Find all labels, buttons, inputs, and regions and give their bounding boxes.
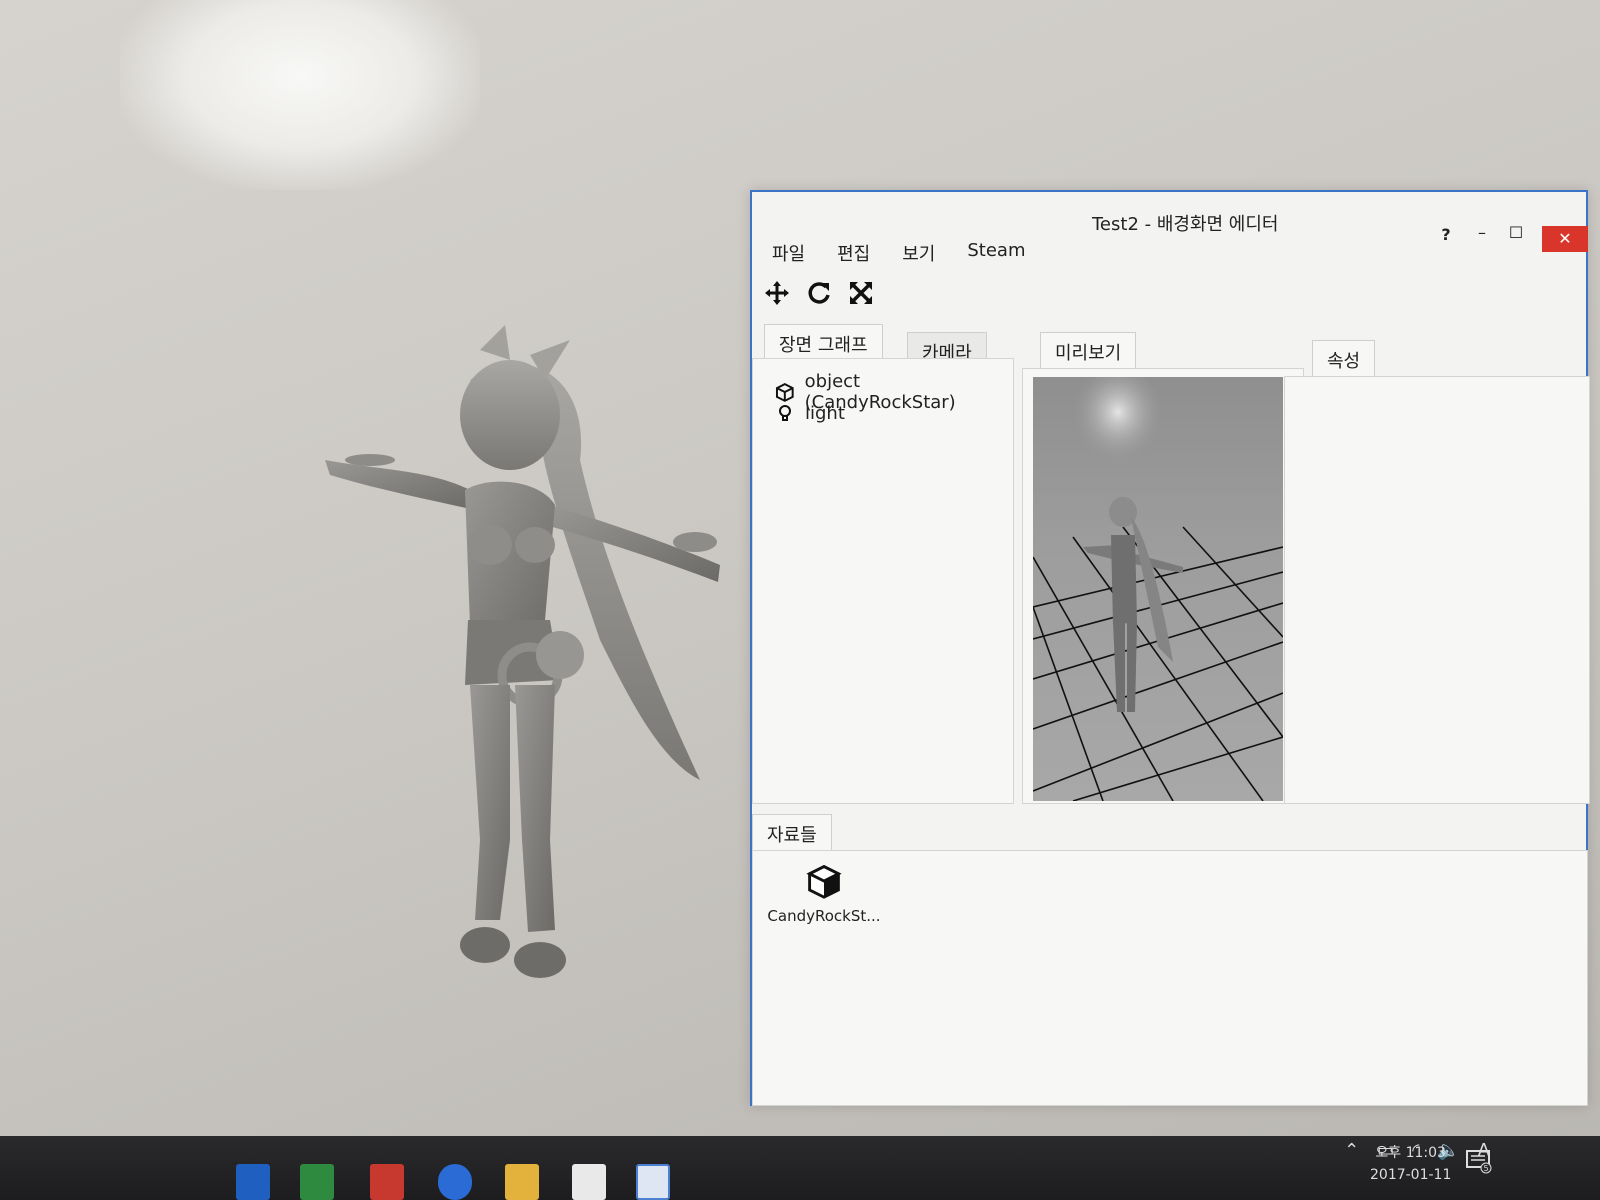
taskbar-app-icon[interactable] bbox=[300, 1164, 334, 1200]
chevron-up-icon[interactable]: ⌃ bbox=[1344, 1140, 1359, 1161]
assets-panel: CandyRockSt... bbox=[752, 850, 1588, 1106]
clock[interactable]: 오후 11:03 2017-01-11 bbox=[1370, 1142, 1451, 1186]
rotate-tool-button[interactable] bbox=[804, 278, 834, 308]
rotate-icon bbox=[808, 282, 830, 304]
asset-item[interactable]: CandyRockSt... bbox=[759, 863, 889, 925]
menu-view[interactable]: 보기 bbox=[902, 238, 935, 268]
notification-icon: 5 bbox=[1466, 1150, 1492, 1174]
preview-render bbox=[1032, 362, 1284, 802]
move-tool-button[interactable] bbox=[762, 278, 792, 308]
lightbulb-icon bbox=[779, 404, 791, 421]
maximize-button[interactable]: ☐ bbox=[1502, 222, 1530, 244]
taskbar-app-icon[interactable] bbox=[370, 1164, 404, 1200]
close-button[interactable]: ✕ bbox=[1542, 226, 1588, 252]
taskbar: ⌃ ▭ ◜ 🔈 A 오후 11:03 2017-01-11 5 bbox=[0, 1136, 1600, 1200]
store-icon[interactable] bbox=[572, 1164, 606, 1200]
scale-icon bbox=[849, 281, 873, 305]
notification-button[interactable]: 5 bbox=[1466, 1150, 1492, 1178]
screen-glare bbox=[120, 0, 480, 190]
title-bar[interactable]: Test2 - 배경화면 에디터 ? – ☐ ✕ bbox=[752, 192, 1588, 252]
scale-tool-button[interactable] bbox=[846, 278, 876, 308]
editor-taskbar-icon[interactable] bbox=[636, 1164, 670, 1200]
scene-graph-panel: object (CandyRockStar) light bbox=[752, 358, 1014, 804]
clock-date: 2017-01-11 bbox=[1370, 1167, 1452, 1183]
menu-file[interactable]: 파일 bbox=[772, 238, 805, 268]
editor-window: Test2 - 배경화면 에디터 ? – ☐ ✕ 파일 편집 보기 Steam bbox=[750, 190, 1590, 1106]
tab-assets[interactable]: 자료들 bbox=[752, 814, 832, 850]
cube-icon bbox=[775, 383, 794, 402]
preview-viewport[interactable] bbox=[1032, 362, 1284, 802]
move-icon bbox=[765, 281, 789, 305]
window-title: Test2 - 배경화면 에디터 bbox=[1092, 214, 1279, 235]
menu-steam[interactable]: Steam bbox=[967, 238, 1025, 268]
tab-preview[interactable]: 미리보기 bbox=[1040, 332, 1137, 368]
menu-bar: 파일 편집 보기 Steam bbox=[772, 238, 1026, 268]
taskbar-app-icon[interactable] bbox=[438, 1164, 472, 1200]
properties-panel bbox=[1284, 376, 1590, 804]
taskbar-app-icon[interactable] bbox=[236, 1164, 270, 1200]
tree-item-light-label: light bbox=[805, 403, 845, 424]
folder-icon[interactable] bbox=[505, 1164, 539, 1200]
notification-count: 5 bbox=[1483, 1164, 1488, 1173]
tab-properties[interactable]: 속성 bbox=[1312, 340, 1376, 376]
menu-edit[interactable]: 편집 bbox=[837, 238, 870, 268]
asset-label: CandyRockSt... bbox=[767, 907, 881, 925]
cube-icon bbox=[806, 864, 842, 899]
character-model-render bbox=[325, 325, 720, 978]
preview-panel bbox=[1022, 362, 1304, 804]
toolbar bbox=[762, 278, 876, 308]
tree-item-light[interactable]: light bbox=[775, 403, 845, 424]
tab-scene-graph[interactable]: 장면 그래프 bbox=[764, 324, 883, 360]
clock-time: 오후 11:03 bbox=[1375, 1145, 1446, 1161]
help-button[interactable]: ? bbox=[1432, 224, 1460, 246]
minimize-button[interactable]: – bbox=[1468, 222, 1496, 244]
